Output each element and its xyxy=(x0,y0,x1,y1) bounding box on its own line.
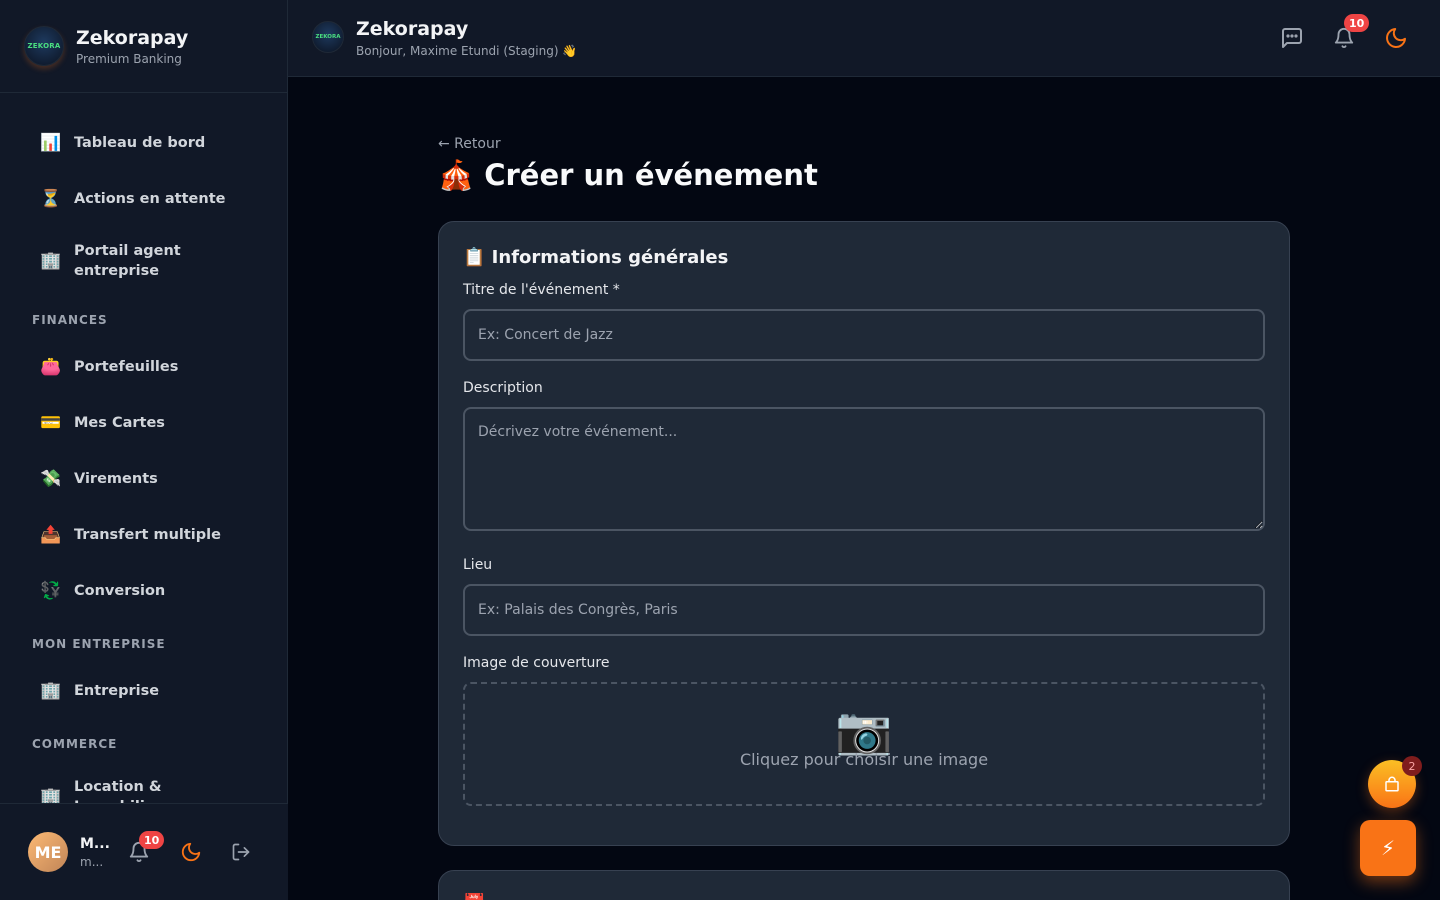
sidebar-nav: 📊 Tableau de bord ⏳ Actions en attente 🏢… xyxy=(0,93,288,803)
currency-exchange-icon: 💱 xyxy=(40,581,62,601)
sidebar-item-transfers[interactable]: 💸 Virements xyxy=(24,465,264,493)
building-icon: 🏢 xyxy=(40,681,62,701)
section-title-commerce: COMMERCE xyxy=(32,737,118,751)
event-title-label: Titre de l'événement * xyxy=(463,282,620,298)
sidebar: ZEKORA Zekorapay Premium Banking 📊 Table… xyxy=(0,0,288,900)
purse-icon: 👛 xyxy=(40,357,62,377)
section-title-finances: FINANCES xyxy=(32,313,108,327)
sidebar-item-label: Portefeuilles xyxy=(74,359,179,375)
money-wings-icon: 💸 xyxy=(40,469,62,489)
header-notifications-button[interactable]: 10 xyxy=(1332,14,1370,50)
chat-icon xyxy=(1282,28,1302,48)
section-title-company: MON ENTREPRISE xyxy=(32,637,166,651)
sidebar-item-label: Entreprise xyxy=(74,683,160,699)
sidebar-item-label: Conversion xyxy=(74,583,166,599)
moon-icon xyxy=(181,842,201,862)
sidebar-item-label: Mes Cartes xyxy=(74,415,165,431)
description-label: Description xyxy=(463,380,543,396)
top-header: ZEKORA Zekorapay Bonjour, Maxime Etundi … xyxy=(288,0,1440,77)
location-label: Lieu xyxy=(463,557,493,573)
upload-hint: Cliquez pour choisir une image xyxy=(739,750,989,769)
header-theme-toggle[interactable] xyxy=(1384,26,1408,50)
sidebar-item-dashboard[interactable]: 📊 Tableau de bord xyxy=(24,129,264,157)
avatar[interactable]: ME xyxy=(28,832,68,872)
moon-icon xyxy=(1386,28,1406,48)
cart-badge: 2 xyxy=(1402,756,1422,776)
logo-text: ZEKORA xyxy=(27,42,61,50)
header-logo: ZEKORA xyxy=(312,21,344,53)
app-subtitle: Premium Banking xyxy=(76,51,182,66)
header-greeting: Bonjour, Maxime Etundi (Staging) 👋 xyxy=(356,44,578,58)
outbox-icon: 📤 xyxy=(40,525,62,545)
sidebar-item-label: Tableau de bord xyxy=(74,135,206,151)
cover-image-upload[interactable]: 📷 Cliquez pour choisir une image xyxy=(463,682,1265,806)
header-title: Zekorapay xyxy=(356,18,469,40)
user-bar: ME M... m... 10 xyxy=(0,803,288,900)
sidebar-item-bulk-transfer[interactable]: 📤 Transfert multiple xyxy=(24,521,264,549)
sidebar-item-company[interactable]: 🏢 Entreprise xyxy=(24,677,264,705)
description-textarea[interactable] xyxy=(463,407,1265,531)
building-icon: 🏢 xyxy=(40,787,62,803)
notification-badge: 10 xyxy=(1344,14,1370,32)
sidebar-item-wallets[interactable]: 👛 Portefeuilles xyxy=(24,353,264,381)
sidebar-item-conversion[interactable]: 💱 Conversion xyxy=(24,577,264,605)
hourglass-icon: ⏳ xyxy=(40,189,62,209)
app-logo: ZEKORA xyxy=(24,26,64,66)
user-name: M... xyxy=(80,835,110,852)
sidebar-item-label: Location & Immobilier xyxy=(74,779,162,803)
cover-image-label: Image de couverture xyxy=(463,655,610,671)
back-link[interactable]: ← Retour xyxy=(438,136,501,152)
sidebar-item-rental-real-estate[interactable]: 🏢 Location & Immobilier xyxy=(24,776,264,803)
logout-icon xyxy=(232,843,250,861)
card-title: 📋 Informations générales xyxy=(463,247,729,268)
sidebar-item-cards[interactable]: 💳 Mes Cartes xyxy=(24,409,264,437)
shopping-bag-icon xyxy=(1385,776,1399,792)
sidebar-item-label: Transfert multiple xyxy=(74,527,221,543)
lightning-icon: ⚡ xyxy=(1380,836,1396,860)
notifications-button[interactable]: 10 xyxy=(127,831,165,864)
building-icon: 🏢 xyxy=(40,251,62,271)
cart-fab-button[interactable]: 2 xyxy=(1368,756,1422,808)
user-info[interactable]: M... m... xyxy=(80,836,114,869)
sidebar-item-label: Actions en attente xyxy=(74,191,226,207)
location-input[interactable] xyxy=(463,584,1265,636)
sidebar-item-pending-actions[interactable]: ⏳ Actions en attente xyxy=(24,185,264,213)
quick-action-button[interactable]: ⚡ xyxy=(1360,820,1416,876)
notification-badge: 10 xyxy=(139,831,165,849)
theme-toggle-button[interactable] xyxy=(179,840,203,864)
next-section-card: 📅 xyxy=(438,870,1290,900)
messages-button[interactable] xyxy=(1280,26,1304,50)
general-info-card: 📋 Informations générales Titre de l'évén… xyxy=(438,221,1290,846)
sidebar-item-agent-portal[interactable]: 🏢 Portail agent entreprise xyxy=(24,240,264,282)
sidebar-item-label: Virements xyxy=(74,471,158,487)
calendar-icon: 📅 xyxy=(463,893,485,900)
credit-card-icon: 💳 xyxy=(40,413,62,433)
page-title: 🎪 Créer un événement xyxy=(438,158,818,192)
logo-text: ZEKORA xyxy=(315,34,341,40)
brand[interactable]: ZEKORA Zekorapay Premium Banking xyxy=(0,0,287,93)
logout-button[interactable] xyxy=(229,840,253,864)
chart-icon: 📊 xyxy=(40,133,62,153)
sidebar-item-label: Portail agent entreprise xyxy=(74,243,181,279)
user-email: m... xyxy=(80,854,104,869)
event-title-input[interactable] xyxy=(463,309,1265,361)
app-name: Zekorapay xyxy=(76,26,189,49)
